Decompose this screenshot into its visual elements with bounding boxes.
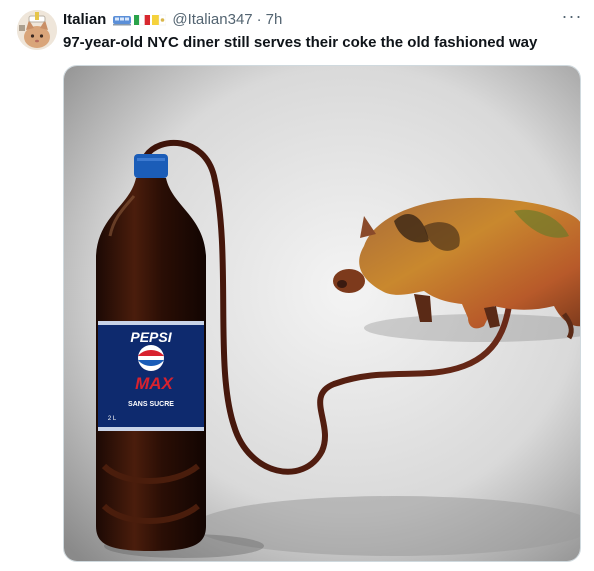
cat-avatar-icon <box>17 10 57 50</box>
vatican-flag-icon <box>152 14 167 26</box>
tweet-text: 97-year-old NYC diner still serves their… <box>63 34 538 51</box>
timestamp[interactable]: 7h <box>266 10 283 30</box>
author-handle[interactable]: @Italian347 <box>172 10 252 30</box>
bottle-label-line1: SANS SUCRE <box>128 401 174 408</box>
author-emoji-flags <box>112 13 167 27</box>
soda-bottle-pig-illustration: PEPSI MAX SANS SUCRE 2 L <box>64 66 580 561</box>
train-icon <box>113 16 132 26</box>
separator-dot: · <box>256 11 262 28</box>
author-name[interactable]: Italian <box>63 10 106 30</box>
more-options-icon[interactable]: ··· <box>560 7 584 30</box>
italy-flag-icon <box>134 14 151 26</box>
avatar[interactable] <box>17 10 57 50</box>
bottle-label-line2: 2 L <box>108 416 117 422</box>
tweet-header: Italian @Italian347 · 7h <box>63 10 282 30</box>
bottle-brand-text: PEPSI <box>130 329 172 345</box>
bottle-product-text: MAX <box>135 374 174 393</box>
tweet-media-image[interactable]: PEPSI MAX SANS SUCRE 2 L <box>63 65 581 562</box>
